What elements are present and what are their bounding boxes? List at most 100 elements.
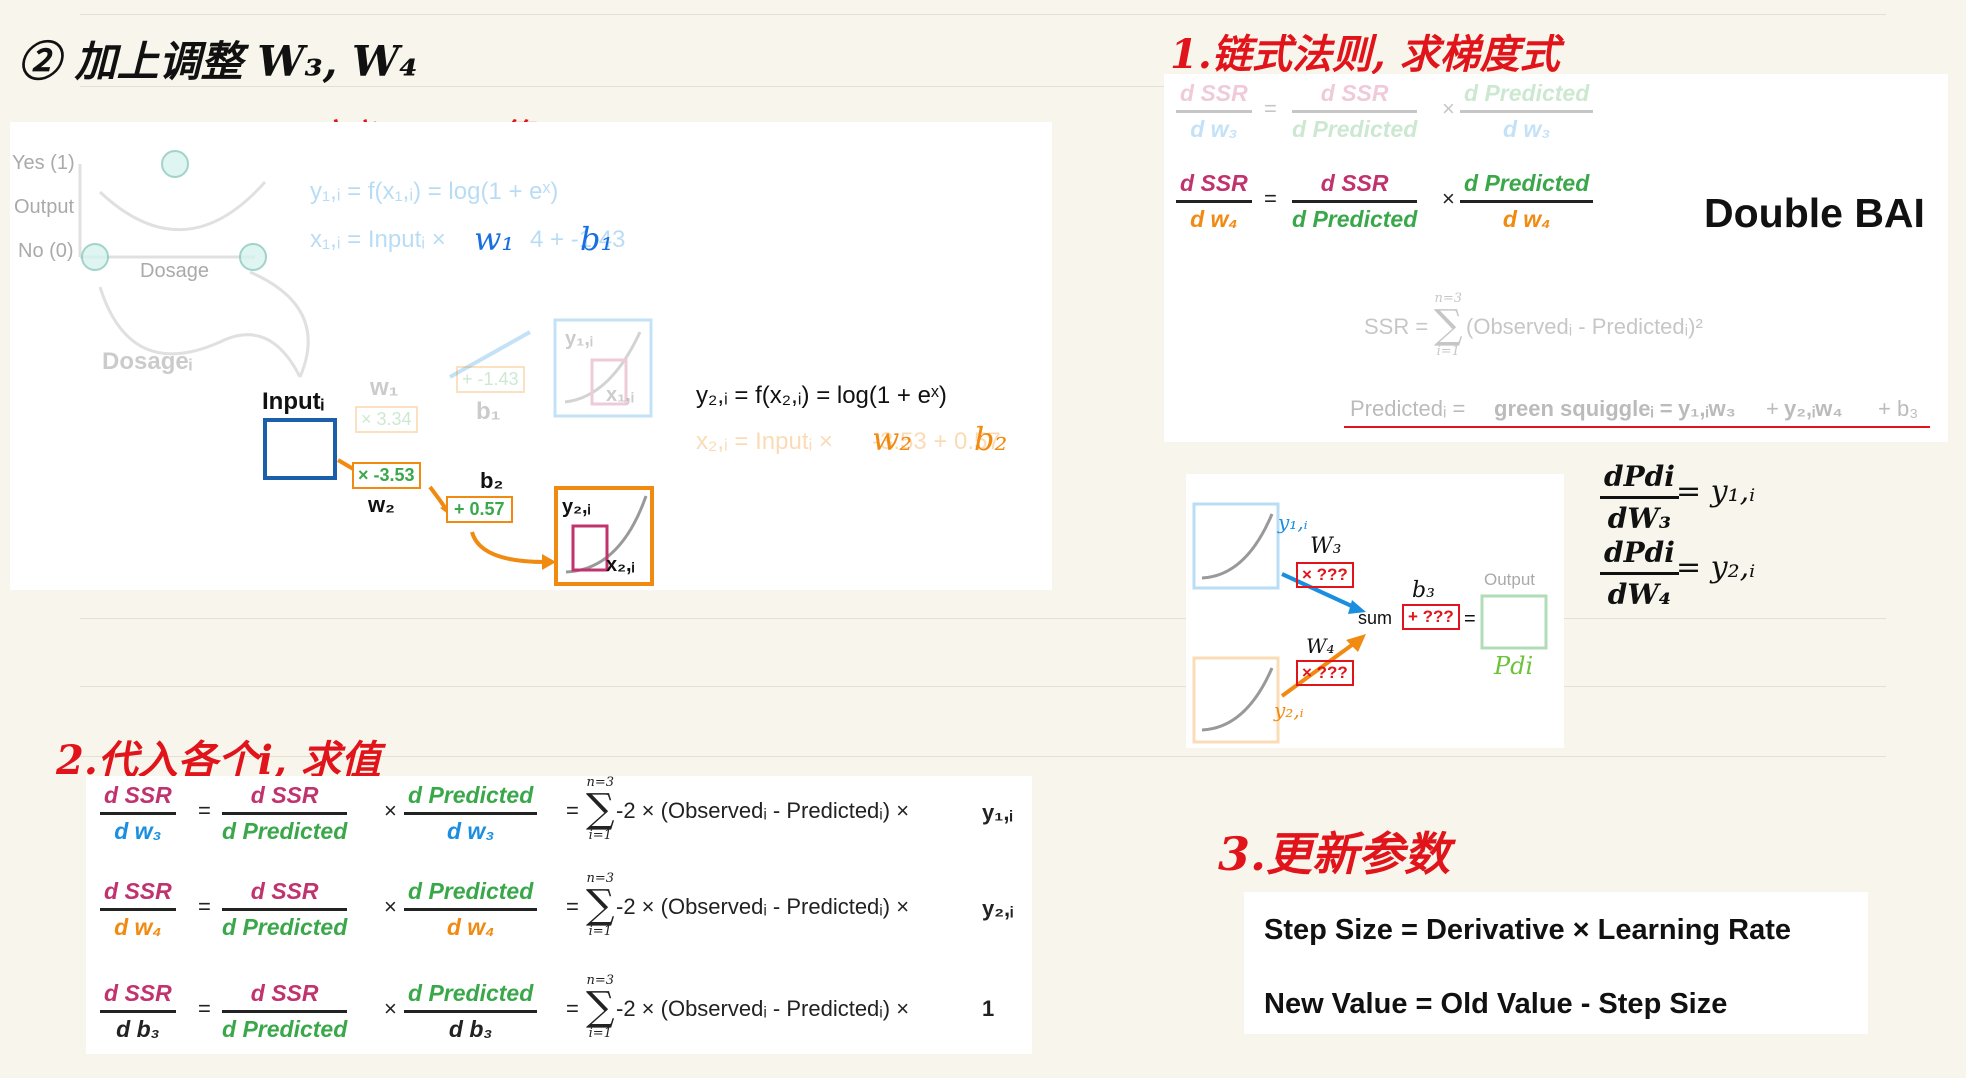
eq-sign: = <box>198 798 211 823</box>
step-size-rule: Step Size = Derivative × Learning Rate <box>1264 914 1792 946</box>
eq-sign: = <box>566 996 579 1021</box>
row1-rhs: d Predicted d w₃ <box>404 782 538 845</box>
eq-sign: = <box>198 996 211 1021</box>
row3-mid: d SSR d Predicted <box>222 980 348 1042</box>
pred-b3: + b₃ <box>1878 396 1919 421</box>
sum-sign: n=3 ∑ i=1 <box>586 775 615 843</box>
ssr-rhs: (Observedᵢ - Predictedᵢ)² <box>1466 314 1703 339</box>
notebook-rule <box>80 14 1886 15</box>
input-label: Inputᵢ <box>262 388 325 415</box>
w4-hand: W₄ <box>1306 634 1335 658</box>
derivatives-card: d SSR d w₃ = d SSR d Predicted × d Predict… <box>86 776 1032 1054</box>
yes-label: Yes (1) <box>12 152 75 174</box>
r1-mid: d SSR d Predicted <box>1292 80 1418 142</box>
notebook-rule <box>80 618 1886 619</box>
faded-w1: w₁ <box>370 374 399 401</box>
row3-rhs: d Predicted d b₃ <box>404 980 538 1043</box>
times-sign: × <box>384 798 397 823</box>
r2-mid: d SSR d Predicted <box>1292 170 1418 232</box>
update-card: Step Size = Derivative × Learning Rate N… <box>1244 892 1868 1034</box>
b2-label: b₂ <box>480 468 504 493</box>
eq-sign: = <box>1264 96 1277 121</box>
eq-sign: = <box>1264 186 1277 211</box>
row3-tail: 1 <box>982 996 995 1021</box>
r1-rhs: d Predicted d w₃ <box>1460 80 1594 143</box>
times-sign: × <box>1442 96 1455 121</box>
row1-mid: d SSR d Predicted <box>222 782 348 844</box>
eq-sign: = <box>198 894 211 919</box>
output-label: Output <box>1484 570 1536 589</box>
pred-y2w4: y₂,ᵢw₄ <box>1784 396 1843 421</box>
times-sign: × <box>384 996 397 1021</box>
x2-label: x₂,ᵢ <box>606 554 635 576</box>
y2-label: y₂,ᵢ <box>562 496 591 518</box>
b3-box: + ??? <box>1402 604 1460 630</box>
eq-x2: x₂,ᵢ = Inputᵢ × <box>696 428 833 455</box>
dosage-i-label: Dosageᵢ <box>102 348 193 375</box>
hand-b2: b₂ <box>974 420 1008 458</box>
row3-lhs: d SSR d b₃ <box>100 980 176 1043</box>
eq-y1: y₁,ᵢ = f(x₁,ᵢ) = log(1 + eˣ) <box>310 178 559 205</box>
step1-note: 1.链式法则, 求梯度式 <box>1170 31 1560 78</box>
pred-plus: + <box>1766 396 1779 421</box>
faded-b1: b₁ <box>476 398 501 425</box>
r2-rhs: d Predicted d w₄ <box>1460 170 1594 233</box>
w2-label: w₂ <box>368 492 395 517</box>
eq-x1: x₁,ᵢ = Inputᵢ × <box>310 226 446 253</box>
row2-rhs: d Predicted d w₄ <box>404 878 538 941</box>
ssr-lhs: SSR = <box>1364 314 1429 339</box>
sum-sign: n=3 ∑ i=1 <box>586 871 615 939</box>
faded-w1-box: × 3.34 <box>355 406 418 433</box>
hand-w1: w₁ <box>474 220 515 258</box>
row1-tail: y₁,ᵢ <box>982 800 1013 825</box>
r1-lhs: d SSR d w₃ <box>1176 80 1252 143</box>
w2-box: × -3.53 <box>352 462 421 489</box>
output-axis-label: Output <box>14 196 75 218</box>
step3-note: 3.更新参数 <box>1218 827 1451 881</box>
dpdw4-frac: dPdi dW₄ <box>1600 536 1679 611</box>
row2-lhs: d SSR d w₄ <box>100 878 176 941</box>
y2-hand: y₂,ᵢ <box>1274 698 1304 722</box>
eq-sign: = <box>1464 608 1476 630</box>
hand-w2: w₂ <box>872 420 913 458</box>
eq-sign: = <box>566 894 579 919</box>
row2-mid: d SSR d Predicted <box>222 878 348 940</box>
row2-expr: -2 × (Observedᵢ - Predictedᵢ) × <box>616 894 910 919</box>
times-sign: × <box>384 894 397 919</box>
w4-box: × ??? <box>1296 660 1354 686</box>
times-sign: × <box>1442 186 1455 211</box>
row1-lhs: d SSR d w₃ <box>100 782 176 845</box>
notebook-rule <box>80 686 1886 687</box>
b3-hand: b₃ <box>1412 578 1435 603</box>
pdi-hand: Pdi <box>1494 652 1534 680</box>
row3-expr: -2 × (Observedᵢ - Predictedᵢ) × <box>616 996 910 1021</box>
output-card: y₁,ᵢ W₃ × ??? b₃ sum + ??? = Output W₄ ×… <box>1186 474 1564 748</box>
hand-b1: b₁ <box>580 220 614 258</box>
pred-y1w3: y₁,ᵢw₃ <box>1678 396 1736 421</box>
row2-tail: y₂,ᵢ <box>982 896 1014 921</box>
chain-rule-card: d SSR d w₃ = d SSR d Predicted × d Predict… <box>1164 74 1948 442</box>
eq-y2: y₂,ᵢ = f(x₂,ᵢ) = log(1 + eˣ) <box>696 382 947 409</box>
faded-b1-box: + -1.43 <box>456 366 525 393</box>
sum-label: sum <box>1358 608 1393 628</box>
network-card: Yes (1) Output No (0) Dosage Dosageᵢ y₁,… <box>10 122 1052 590</box>
new-value-rule: New Value = Old Value - Step Size <box>1264 988 1728 1020</box>
ssr-sum-sign: n=3 ∑ i=1 <box>1434 291 1463 359</box>
eq-sign: = <box>566 798 579 823</box>
pred-mid: green squiggleᵢ = <box>1494 396 1673 421</box>
pred-lhs: Predictedᵢ = <box>1350 396 1466 421</box>
b2-box: + 0.57 <box>446 496 513 523</box>
no-label: No (0) <box>18 240 74 262</box>
faded-x1: x₁,ᵢ <box>606 384 634 406</box>
sum-sign: n=3 ∑ i=1 <box>586 973 615 1041</box>
w3-box: × ??? <box>1296 562 1354 588</box>
dpdw4-rhs: = y₂,ᵢ <box>1676 550 1756 585</box>
dosage-label: Dosage <box>140 260 209 282</box>
w3-hand: W₃ <box>1310 534 1342 559</box>
r2-lhs: d SSR d w₄ <box>1176 170 1252 233</box>
main-title: ② 加上调整 W₃, W₄ <box>18 37 418 86</box>
row1-expr: -2 × (Observedᵢ - Predictedᵢ) × <box>616 798 910 823</box>
dpdw3-rhs: = y₁,ᵢ <box>1676 474 1756 509</box>
y1-hand: y₁,ᵢ <box>1278 510 1308 534</box>
faded-y1: y₁,ᵢ <box>565 328 593 350</box>
